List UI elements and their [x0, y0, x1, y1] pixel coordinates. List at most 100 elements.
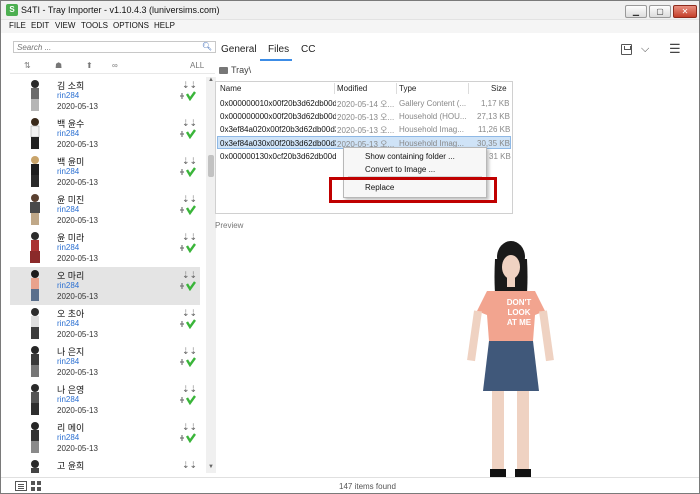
sim-author[interactable]: rin284: [57, 395, 79, 404]
sim-thumbnail: [30, 232, 40, 263]
list-item[interactable]: 김 소희 rin284 2020-05-13 ⇣⇣: [10, 77, 200, 115]
close-button[interactable]: ✕: [673, 5, 697, 18]
sim-thumbnail: [31, 270, 39, 301]
sim-date: 2020-05-13: [57, 292, 98, 301]
cell-size: 31 KB: [489, 152, 511, 161]
sim-date: 2020-05-13: [57, 102, 98, 111]
preview-label: Preview: [215, 221, 244, 230]
cc-ok-icon: [180, 129, 196, 139]
sim-author[interactable]: rin284: [57, 281, 79, 290]
table-row[interactable]: 0x000000010x00f20b3d62db00d3 2020-05-14 …: [217, 97, 511, 110]
column-header-type[interactable]: Type: [399, 84, 416, 93]
active-tab-indicator: [260, 59, 292, 61]
sim-thumbnail: [30, 118, 40, 149]
merge-icon: ⇣⇣: [182, 460, 198, 470]
cc-ok-icon: [180, 243, 196, 253]
replace-highlight-box: [329, 177, 497, 203]
list-item[interactable]: 오 초아 rin284 2020-05-13 ⇣⇣: [10, 305, 200, 343]
tab-cc[interactable]: CC: [301, 44, 315, 55]
column-divider: [396, 83, 397, 94]
menu-tools[interactable]: TOOLS: [81, 21, 108, 30]
sim-thumbnail: [31, 308, 39, 339]
minimize-button[interactable]: ▁: [625, 5, 647, 18]
menu-edit[interactable]: EDIT: [31, 21, 49, 30]
merge-icon: ⇣⇣: [182, 308, 198, 318]
infinity-icon[interactable]: ∞: [112, 61, 118, 70]
merge-icon: ⇣⇣: [182, 156, 198, 166]
menu-item-show-folder[interactable]: Show containing folder ...: [365, 152, 455, 161]
sim-author[interactable]: rin284: [57, 129, 79, 138]
list-item[interactable]: 백 윤미 rin284 2020-05-13 ⇣⇣: [10, 153, 200, 191]
sim-preview-image: DON'T LOOK AT ME: [467, 241, 554, 477]
list-item[interactable]: 백 윤수 rin284 2020-05-13 ⇣⇣: [10, 115, 200, 153]
cell-type: Household (HOU...: [399, 112, 467, 121]
tab-files[interactable]: Files: [268, 44, 289, 55]
chevron-down-icon[interactable]: ⌵: [641, 43, 649, 56]
app-logo-icon: S: [6, 4, 18, 16]
scroll-up-icon[interactable]: ▲: [208, 77, 214, 83]
sim-author[interactable]: rin284: [57, 167, 79, 176]
sim-date: 2020-05-13: [57, 140, 98, 149]
column-header-name[interactable]: Name: [220, 84, 241, 93]
sim-thumbnail: [31, 460, 39, 473]
list-item[interactable]: 나 은지 rin284 2020-05-13 ⇣⇣: [10, 343, 200, 381]
list-view-icon[interactable]: [15, 481, 27, 491]
list-item-selected[interactable]: 오 마리 rin284 2020-05-13 ⇣⇣: [10, 267, 200, 305]
column-header-size[interactable]: Size: [491, 84, 507, 93]
sim-list: 김 소희 rin284 2020-05-13 ⇣⇣ 백 윤수 rin284 20…: [10, 77, 200, 473]
menu-file[interactable]: FILE: [9, 21, 26, 30]
merge-icon: ⇣⇣: [182, 384, 198, 394]
sim-author[interactable]: rin284: [57, 91, 79, 100]
cell-name: 0x3ef84a020x00f20b3d62db00d3: [220, 125, 336, 134]
list-item[interactable]: 윤 미라 rin284 2020-05-13 ⇣⇣: [10, 229, 200, 267]
menu-options[interactable]: OPTIONS: [113, 21, 149, 30]
cell-size: 27,13 KB: [477, 112, 510, 121]
menu-help[interactable]: HELP: [154, 21, 175, 30]
household-icon[interactable]: ☗: [55, 61, 62, 70]
save-icon[interactable]: [621, 44, 632, 55]
sim-author[interactable]: rin284: [57, 319, 79, 328]
lot-icon[interactable]: ⬆: [86, 61, 93, 70]
menu-view[interactable]: VIEW: [55, 21, 75, 30]
sim-thumbnail: [31, 156, 39, 187]
sort-icon[interactable]: ⇅: [24, 61, 31, 70]
sim-author[interactable]: rin284: [57, 357, 79, 366]
grid-view-icon[interactable]: [31, 481, 41, 491]
sim-author[interactable]: rin284: [57, 243, 79, 252]
list-item[interactable]: 나 은영 rin284 2020-05-13 ⇣⇣: [10, 381, 200, 419]
sim-date: 2020-05-13: [57, 406, 98, 415]
sim-author[interactable]: rin284: [57, 205, 79, 214]
cell-name: 0x3ef84a030x00f20b3d62db00d3: [220, 139, 336, 148]
cc-ok-icon: [180, 395, 196, 405]
menu-item-convert-image[interactable]: Convert to Image ...: [365, 165, 435, 174]
scroll-down-icon[interactable]: ▼: [208, 464, 214, 470]
search-input[interactable]: [17, 43, 187, 52]
search-icon[interactable]: 🔍︎: [202, 42, 212, 51]
list-item[interactable]: 리 메이 rin284 2020-05-13 ⇣⇣: [10, 419, 200, 457]
tab-general[interactable]: General: [221, 44, 257, 55]
maximize-button[interactable]: ▢: [649, 5, 671, 18]
cell-name: 0x000000010x00f20b3d62db00d3: [220, 99, 336, 108]
table-row[interactable]: 0x000000000x00f20b3d62db00d3 2020-05-13 …: [217, 110, 511, 123]
cell-type: Gallery Content (...: [399, 99, 467, 108]
sim-thumbnail: [31, 346, 39, 377]
filter-all[interactable]: ALL: [190, 61, 204, 70]
cell-modified: 2020-05-13 오...: [337, 113, 395, 122]
sim-author[interactable]: rin284: [57, 433, 79, 442]
cc-ok-icon: [180, 91, 196, 101]
list-item[interactable]: 고 윤희 ⇣⇣: [10, 457, 200, 473]
cell-modified: 2020-05-13 오...: [337, 126, 395, 135]
cc-ok-icon: [180, 433, 196, 443]
sim-thumbnail: [31, 422, 39, 453]
table-row[interactable]: 0x3ef84a020x00f20b3d62db00d3 2020-05-13 …: [217, 123, 511, 136]
column-header-modified[interactable]: Modified: [337, 84, 367, 93]
list-item[interactable]: 윤 미진 rin284 2020-05-13 ⇣⇣: [10, 191, 200, 229]
cell-size: 1,17 KB: [481, 99, 510, 108]
hamburger-menu-icon[interactable]: ☰: [669, 41, 681, 57]
app-window: S S4TI - Tray Importer - v1.10.4.3 (luni…: [0, 0, 700, 494]
scrollbar-thumb[interactable]: [208, 155, 214, 177]
merge-icon: ⇣⇣: [182, 194, 198, 204]
breadcrumb[interactable]: Tray\: [219, 65, 251, 75]
column-divider: [468, 83, 469, 94]
shirt-print-line-3: AT ME: [507, 318, 532, 327]
